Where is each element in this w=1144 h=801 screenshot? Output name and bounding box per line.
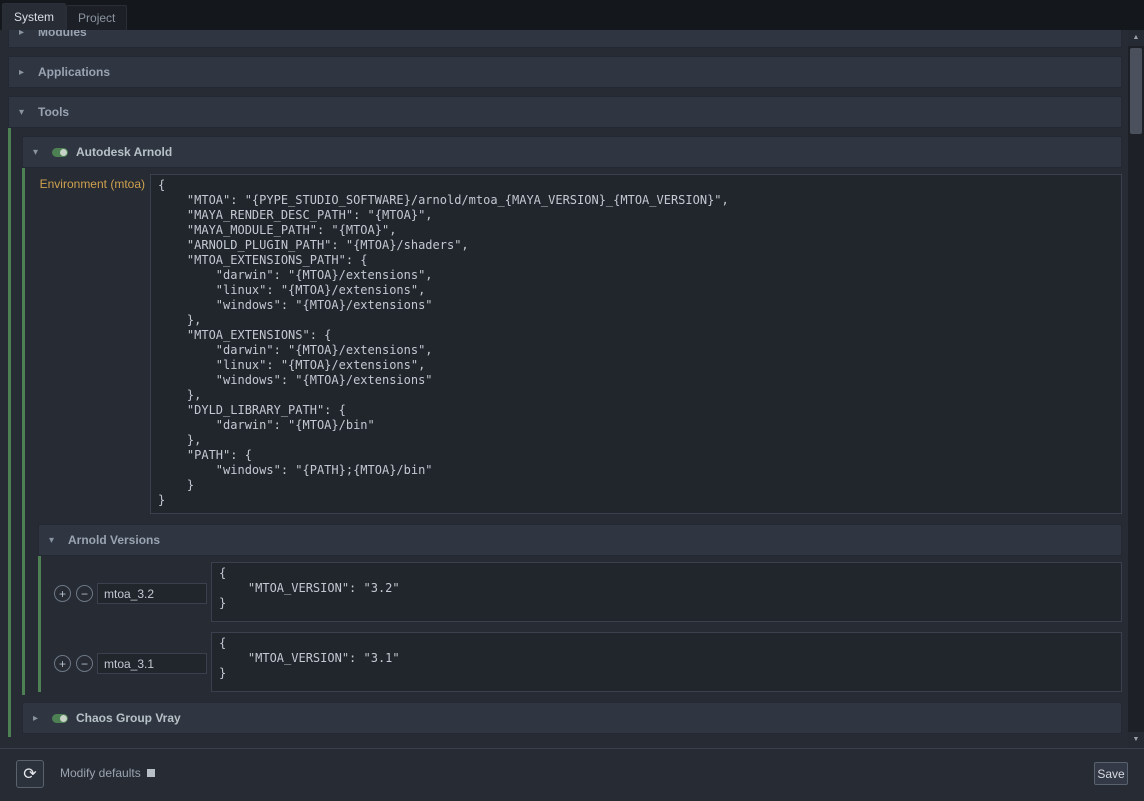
section-tools-header[interactable]: ▾ Tools bbox=[8, 96, 1122, 128]
chevron-down-icon: ▾ bbox=[19, 107, 30, 118]
section-modules-label: Modules bbox=[38, 30, 87, 39]
tab-project[interactable]: Project bbox=[66, 5, 127, 30]
version-name-input[interactable] bbox=[97, 583, 207, 604]
chevron-right-icon: ▸ bbox=[33, 713, 44, 724]
tools-group-accent-bar bbox=[8, 96, 11, 737]
refresh-icon: ⟳ bbox=[23, 766, 36, 783]
arnold-group-accent-bar bbox=[22, 136, 25, 695]
vray-enabled-toggle[interactable] bbox=[52, 714, 68, 723]
footer-bar: ⟳ Modify defaults Save bbox=[0, 748, 1144, 801]
settings-scroll-area: ▸ Modules ▸ Applications ▾ Tools ▾ Autod… bbox=[0, 30, 1128, 748]
arnold-group-title: Autodesk Arnold bbox=[76, 145, 172, 159]
add-version-button[interactable]: + bbox=[54, 585, 71, 602]
save-button[interactable]: Save bbox=[1094, 762, 1128, 785]
environment-mtoa-editor[interactable]: { "MTOA": "{PYPE_STUDIO_SOFTWARE}/arnold… bbox=[150, 174, 1122, 514]
section-applications-header[interactable]: ▸ Applications bbox=[8, 56, 1122, 88]
scrollbar-thumb[interactable] bbox=[1130, 48, 1142, 134]
version-value-editor[interactable]: { "MTOA_VERSION": "3.1" } bbox=[211, 632, 1122, 692]
modify-defaults-label: Modify defaults bbox=[60, 766, 141, 780]
arnold-versions-label: Arnold Versions bbox=[68, 533, 160, 547]
version-value-editor[interactable]: { "MTOA_VERSION": "3.2" } bbox=[211, 562, 1122, 622]
section-tools-label: Tools bbox=[38, 105, 69, 119]
section-applications-label: Applications bbox=[38, 65, 110, 79]
vray-group-header[interactable]: ▸ Chaos Group Vray bbox=[22, 702, 1122, 734]
toggle-knob-icon bbox=[60, 149, 67, 156]
arnold-enabled-toggle[interactable] bbox=[52, 148, 68, 157]
vray-group-title: Chaos Group Vray bbox=[76, 711, 181, 725]
version-name-input[interactable] bbox=[97, 653, 207, 674]
refresh-button[interactable]: ⟳ bbox=[16, 760, 44, 788]
tab-system[interactable]: System bbox=[2, 3, 66, 30]
arnold-versions-header[interactable]: ▾ Arnold Versions bbox=[38, 524, 1122, 556]
settings-window: System Project ▸ Modules ▸ Applications … bbox=[0, 0, 1144, 801]
scroll-up-button[interactable]: ▲ bbox=[1128, 30, 1144, 46]
add-version-button[interactable]: + bbox=[54, 655, 71, 672]
chevron-right-icon: ▸ bbox=[19, 67, 30, 78]
remove-version-button[interactable]: − bbox=[76, 585, 93, 602]
toggle-knob-icon bbox=[60, 715, 67, 722]
chevron-down-icon: ▾ bbox=[33, 147, 44, 158]
vertical-scrollbar[interactable]: ▲ ▼ bbox=[1128, 30, 1144, 748]
arnold-group-header[interactable]: ▾ Autodesk Arnold bbox=[22, 136, 1122, 168]
environment-mtoa-label: Environment (mtoa) bbox=[20, 177, 145, 191]
tab-bar: System Project bbox=[0, 0, 1144, 30]
chevron-right-icon: ▸ bbox=[19, 30, 30, 38]
modify-defaults-checkbox[interactable] bbox=[147, 769, 155, 777]
chevron-down-icon: ▾ bbox=[49, 535, 60, 546]
remove-version-button[interactable]: − bbox=[76, 655, 93, 672]
section-modules-header[interactable]: ▸ Modules bbox=[8, 30, 1122, 48]
scroll-down-button[interactable]: ▼ bbox=[1128, 732, 1144, 748]
